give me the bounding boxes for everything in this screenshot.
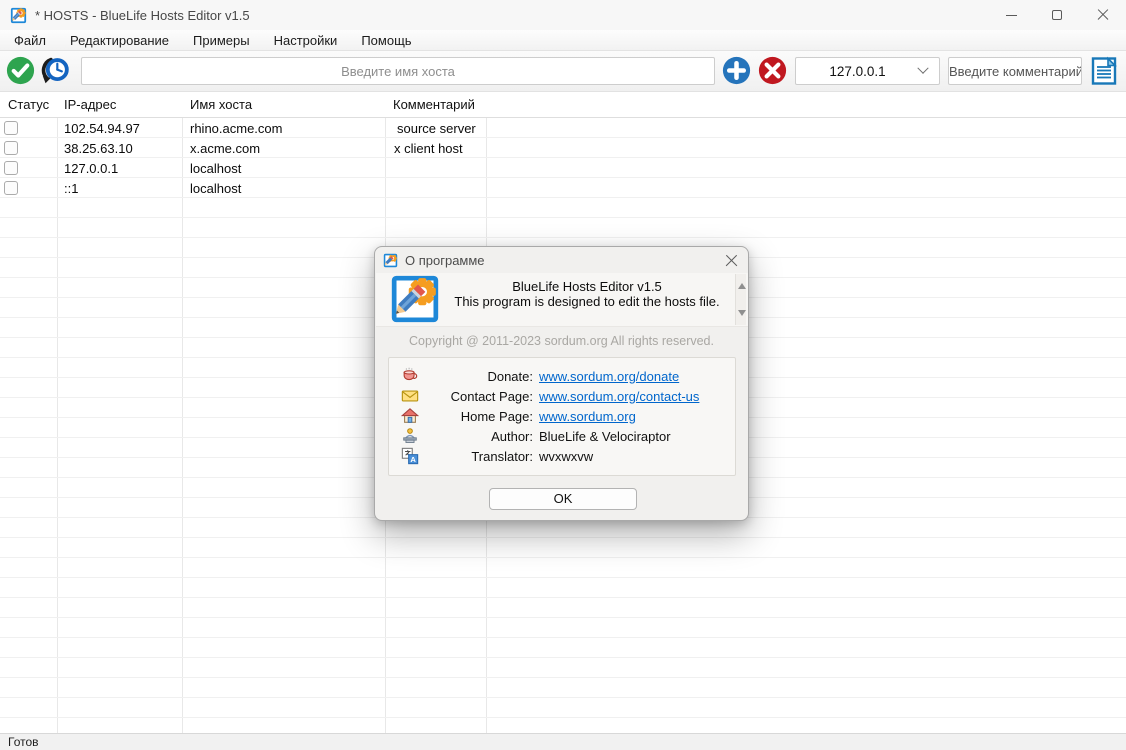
info-row-contact: Contact Page: www.sordum.org/contact-us bbox=[401, 386, 735, 406]
menubar: Файл Редактирование Примеры Настройки По… bbox=[0, 30, 1126, 51]
app-logo-icon bbox=[10, 7, 27, 24]
row-checkbox[interactable] bbox=[4, 141, 18, 155]
status-text: Готов bbox=[8, 735, 39, 749]
add-host-button[interactable] bbox=[722, 56, 751, 85]
menu-examples[interactable]: Примеры bbox=[181, 30, 262, 51]
coffee-cup-icon bbox=[401, 367, 419, 385]
info-row-author: Author: BlueLife & Velociraptor bbox=[401, 426, 735, 446]
about-info-area: BlueLife Hosts Editor v1.5 This program … bbox=[376, 273, 748, 327]
window-controls bbox=[988, 0, 1126, 30]
cell-host: x.acme.com bbox=[190, 141, 260, 156]
copyright-text: Copyright @ 2011-2023 sordum.org All rig… bbox=[375, 334, 748, 348]
cell-host: rhino.acme.com bbox=[190, 121, 282, 136]
cell-ip: 102.54.94.97 bbox=[64, 121, 140, 136]
ok-button[interactable]: OK bbox=[489, 488, 637, 510]
cell-host: localhost bbox=[190, 161, 241, 176]
open-hosts-file-button[interactable] bbox=[1088, 55, 1120, 87]
envelope-icon bbox=[401, 387, 419, 405]
about-app-name: BlueLife Hosts Editor v1.5 bbox=[446, 279, 728, 294]
app-logo-icon bbox=[390, 274, 440, 324]
author-icon bbox=[401, 427, 419, 445]
menu-help[interactable]: Помощь bbox=[349, 30, 423, 51]
minimize-button[interactable] bbox=[988, 0, 1034, 30]
about-text: BlueLife Hosts Editor v1.5 This program … bbox=[446, 279, 728, 309]
titlebar: * HOSTS - BlueLife Hosts Editor v1.5 bbox=[0, 0, 1126, 30]
info-label: Contact Page: bbox=[431, 389, 533, 404]
maximize-icon bbox=[1052, 10, 1062, 20]
close-button[interactable] bbox=[1080, 0, 1126, 30]
cell-ip: 127.0.0.1 bbox=[64, 161, 118, 176]
ip-address-combobox[interactable]: 127.0.0.1 bbox=[795, 57, 940, 85]
translator-icon: A bbox=[401, 447, 419, 465]
info-label: Author: bbox=[431, 429, 533, 444]
table-row[interactable]: ::1 localhost bbox=[0, 178, 1126, 198]
menu-edit[interactable]: Редактирование bbox=[58, 30, 181, 51]
dialog-close-button[interactable] bbox=[724, 253, 739, 268]
window-title: * HOSTS - BlueLife Hosts Editor v1.5 bbox=[35, 8, 250, 23]
table-row[interactable]: 127.0.0.1 localhost bbox=[0, 158, 1126, 178]
column-header-ip[interactable]: IP-адрес bbox=[64, 97, 116, 112]
column-header-comment[interactable]: Комментарий bbox=[393, 97, 475, 112]
backup-clock-button[interactable] bbox=[41, 56, 70, 85]
home-icon bbox=[401, 407, 419, 425]
delete-host-button[interactable] bbox=[758, 56, 787, 85]
apply-check-button[interactable] bbox=[6, 56, 35, 85]
row-checkbox[interactable] bbox=[4, 161, 18, 175]
column-header-status[interactable]: Статус bbox=[8, 97, 49, 112]
info-row-translator: A Translator: wvxwxvw bbox=[401, 446, 735, 466]
cell-ip: ::1 bbox=[64, 181, 78, 196]
row-checkbox[interactable] bbox=[4, 121, 18, 135]
cell-ip: 38.25.63.10 bbox=[64, 141, 133, 156]
dialog-title: О программе bbox=[405, 253, 485, 268]
statusbar: Готов bbox=[0, 733, 1126, 750]
column-header-host[interactable]: Имя хоста bbox=[190, 97, 252, 112]
table-row[interactable]: 38.25.63.10 x.acme.com x client host bbox=[0, 138, 1126, 158]
homepage-link[interactable]: www.sordum.org bbox=[537, 409, 735, 424]
maximize-button[interactable] bbox=[1034, 0, 1080, 30]
ip-address-value: 127.0.0.1 bbox=[796, 64, 919, 79]
menu-settings[interactable]: Настройки bbox=[262, 30, 350, 51]
app-logo-icon bbox=[383, 253, 398, 268]
close-icon bbox=[1097, 9, 1109, 21]
table-row[interactable]: 102.54.94.97 rhino.acme.com source serve… bbox=[0, 118, 1126, 138]
cell-comment: x client host bbox=[394, 141, 463, 156]
translator-value: wvxwxvw bbox=[537, 449, 735, 464]
cell-host: localhost bbox=[190, 181, 241, 196]
info-label: Home Page: bbox=[431, 409, 533, 424]
about-dialog: О программе BlueLife Hosts Edi bbox=[374, 246, 749, 521]
about-links-box: Donate: www.sordum.org/donate Contact Pa… bbox=[388, 357, 736, 476]
svg-text:A: A bbox=[410, 455, 416, 464]
dialog-titlebar: О программе bbox=[375, 247, 748, 273]
scroll-up-icon[interactable] bbox=[738, 283, 746, 289]
host-name-input[interactable] bbox=[81, 57, 715, 85]
scrollbar[interactable] bbox=[735, 274, 746, 325]
info-label: Donate: bbox=[431, 369, 533, 384]
table-header: Статус IP-адрес Имя хоста Комментарий bbox=[0, 92, 1126, 118]
info-label: Translator: bbox=[431, 449, 533, 464]
cell-comment: source server bbox=[397, 121, 476, 136]
info-row-home: Home Page: www.sordum.org bbox=[401, 406, 735, 426]
info-row-donate: Donate: www.sordum.org/donate bbox=[401, 366, 735, 386]
scroll-down-icon[interactable] bbox=[738, 310, 746, 316]
donate-link[interactable]: www.sordum.org/donate bbox=[537, 369, 735, 384]
author-value: BlueLife & Velociraptor bbox=[537, 429, 735, 444]
chevron-down-icon bbox=[917, 63, 928, 74]
comment-input[interactable] bbox=[948, 57, 1082, 85]
contact-link[interactable]: www.sordum.org/contact-us bbox=[537, 389, 735, 404]
menu-file[interactable]: Файл bbox=[2, 30, 58, 51]
about-description: This program is designed to edit the hos… bbox=[446, 294, 728, 309]
minimize-icon bbox=[1006, 15, 1017, 16]
row-checkbox[interactable] bbox=[4, 181, 18, 195]
